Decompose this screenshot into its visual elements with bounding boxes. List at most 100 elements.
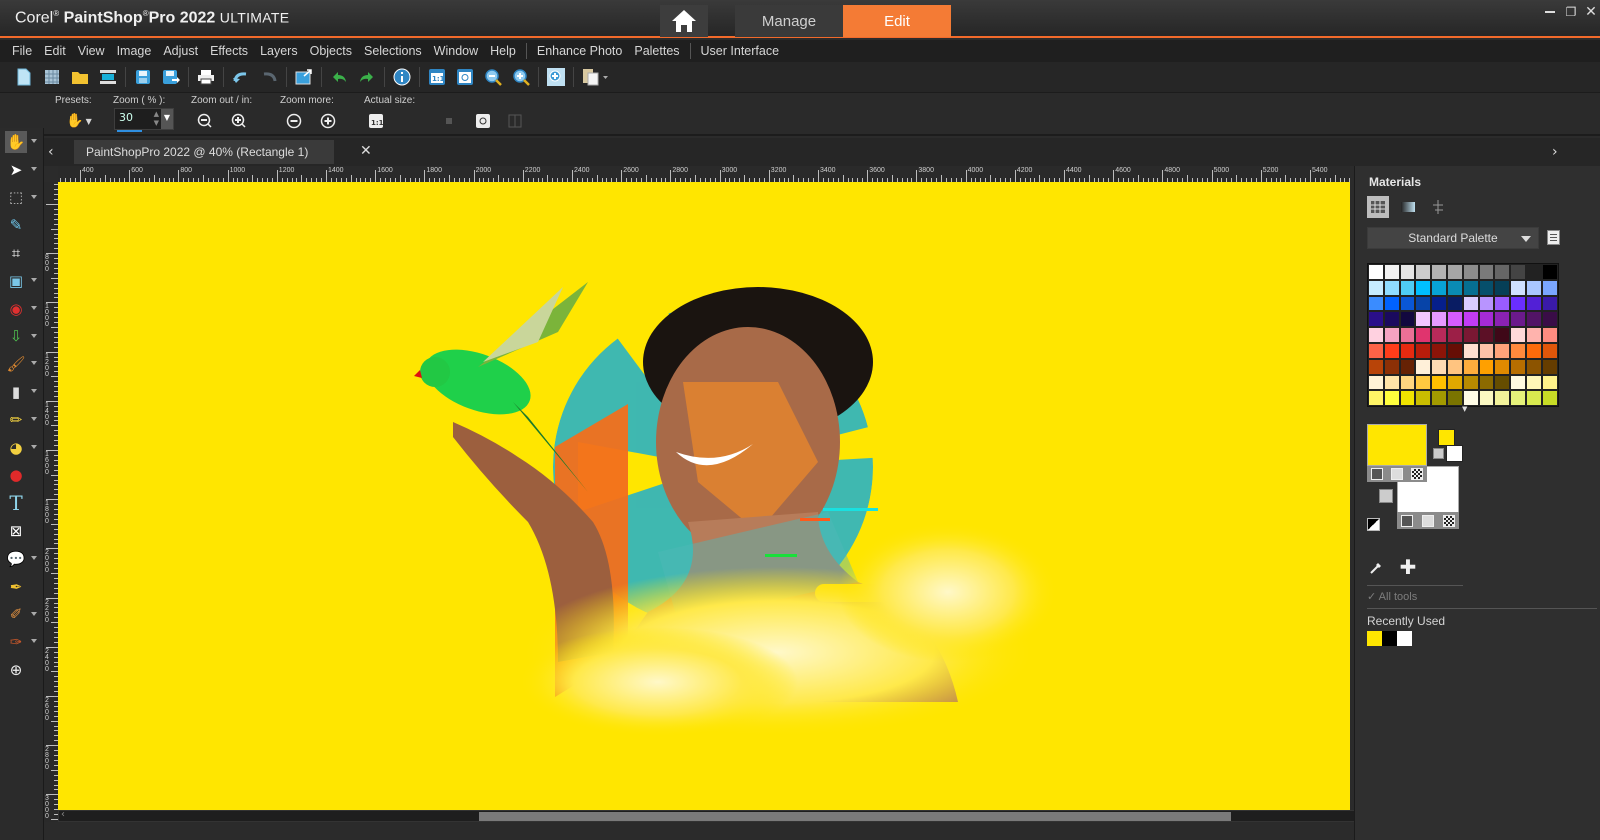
palette-swatch[interactable] [1541,311,1558,328]
palette-swatch[interactable] [1399,311,1416,328]
tool-warp[interactable]: ⊠ [0,517,44,545]
palette-swatch[interactable] [1368,279,1384,296]
palette-swatch[interactable] [1462,279,1479,296]
tool-paint-brush[interactable]: 🖌 [0,350,44,378]
recent-color-swatch[interactable] [1397,631,1412,646]
palette-swatch[interactable] [1368,342,1384,359]
palette-swatch[interactable] [1525,327,1542,343]
palette-swatch[interactable] [1415,279,1432,296]
eyedropper-button[interactable] [1367,559,1385,577]
horizontal-scrollbar[interactable]: ‹ › [58,809,1568,822]
palette-swatch[interactable] [1478,327,1495,343]
tool-flyout-icon[interactable] [31,333,37,338]
swap-solid-colors-icon[interactable] [1433,448,1444,459]
tool-flyout-icon[interactable] [31,444,37,449]
image-canvas[interactable] [58,182,1350,810]
zoom-more-button[interactable] [542,64,570,90]
palette-swatch[interactable] [1462,342,1479,359]
tool-pen[interactable]: ✒ [0,573,44,601]
menu-help[interactable]: Help [484,44,522,58]
fill-button[interactable] [504,110,526,132]
palette-swatch[interactable] [1431,279,1447,296]
tool-flyout-icon[interactable] [31,277,37,282]
presets-dropdown[interactable]: ✋ ▼ [64,110,94,132]
zoom-more-in-button[interactable] [317,110,339,132]
palette-swatch[interactable] [1399,342,1416,359]
palette-swatch[interactable] [1399,390,1416,407]
palette-swatch[interactable] [1368,311,1384,328]
menu-edit[interactable]: Edit [38,44,72,58]
scan-button[interactable] [94,64,122,90]
palette-swatch[interactable] [1510,327,1526,343]
close-document-icon[interactable]: ✕ [360,143,372,159]
palette-swatch[interactable] [1415,358,1432,375]
print-button[interactable] [192,64,220,90]
palette-swatch[interactable] [1368,358,1384,375]
palette-swatch[interactable] [1478,264,1495,280]
palette-swatch[interactable] [1478,279,1495,296]
gradient-style-icon[interactable] [1391,468,1403,480]
image-info-button[interactable] [388,64,416,90]
tab-edit[interactable]: Edit [843,5,951,37]
palette-swatch[interactable] [1415,311,1432,328]
save-button[interactable] [129,64,157,90]
undo-history-button[interactable] [325,64,353,90]
palette-swatch[interactable] [1510,311,1526,328]
palette-options-button[interactable] [1547,230,1560,245]
tabs-scroll-right-icon[interactable]: › [1552,144,1558,160]
tool-gradient[interactable]: ▮ [0,378,44,406]
palette-swatch[interactable] [1462,390,1479,407]
all-tools-checkbox[interactable]: ✓ All tools [1367,590,1417,603]
palette-swatch[interactable] [1478,342,1495,359]
palette-swatch[interactable] [1446,311,1463,328]
restore-button[interactable]: ❐ [1561,4,1581,20]
palette-swatch[interactable] [1368,390,1384,407]
tool-red-eye[interactable]: ◉ [0,295,44,323]
menu-effects[interactable]: Effects [204,44,254,58]
palette-swatch[interactable] [1368,264,1384,280]
palette-swatch[interactable] [1446,358,1463,375]
foreground-solid-swatch[interactable] [1438,429,1455,446]
palette-swatch[interactable] [1415,295,1432,312]
redo-button[interactable] [255,64,283,90]
menu-image[interactable]: Image [111,44,158,58]
palette-swatch[interactable] [1462,311,1479,328]
center-button[interactable] [438,110,460,132]
palette-swatch[interactable] [1525,311,1542,328]
tabs-scroll-left-icon[interactable]: ‹ [48,144,54,160]
palette-swatch[interactable] [1525,358,1542,375]
palette-swatch[interactable] [1478,358,1495,375]
background-solid-swatch[interactable] [1446,445,1463,462]
palette-swatch[interactable] [1446,342,1463,359]
zoom-spinner-icon[interactable]: ▲ ▼ [154,110,159,128]
color-style-icon[interactable] [1371,468,1383,480]
tool-selection[interactable]: ⬚ [0,184,44,212]
color-style-icon[interactable] [1401,514,1414,527]
palette-swatch[interactable] [1541,342,1558,359]
swatches-tab[interactable] [1367,196,1389,218]
scroll-left-icon[interactable]: ‹ [61,809,65,820]
palette-swatch[interactable] [1383,264,1400,280]
palette-swatch[interactable] [1462,327,1479,343]
palette-swatch[interactable] [1510,374,1526,391]
tool-flyout-icon[interactable] [31,555,37,560]
menu-selections[interactable]: Selections [358,44,428,58]
palette-swatch[interactable] [1494,295,1511,312]
palette-swatch[interactable] [1383,374,1400,391]
tool-flyout-icon[interactable] [31,305,37,310]
palette-swatch[interactable] [1462,374,1479,391]
palette-swatch[interactable] [1541,295,1558,312]
palette-swatch[interactable] [1478,311,1495,328]
fit-button[interactable] [472,110,494,132]
tool-straighten[interactable]: ▣ [0,267,44,295]
palette-swatch[interactable] [1399,374,1416,391]
palette-swatch[interactable] [1478,390,1495,407]
palette-swatch[interactable] [1494,264,1511,280]
palette-swatch[interactable] [1383,295,1400,312]
palette-swatch[interactable] [1525,279,1542,296]
palette-swatch[interactable] [1462,358,1479,375]
palette-swatch[interactable] [1541,279,1558,296]
menu-view[interactable]: View [72,44,111,58]
tool-add-tool[interactable]: ⊕ [0,656,44,684]
tool-pick[interactable]: ➤ [0,156,44,184]
